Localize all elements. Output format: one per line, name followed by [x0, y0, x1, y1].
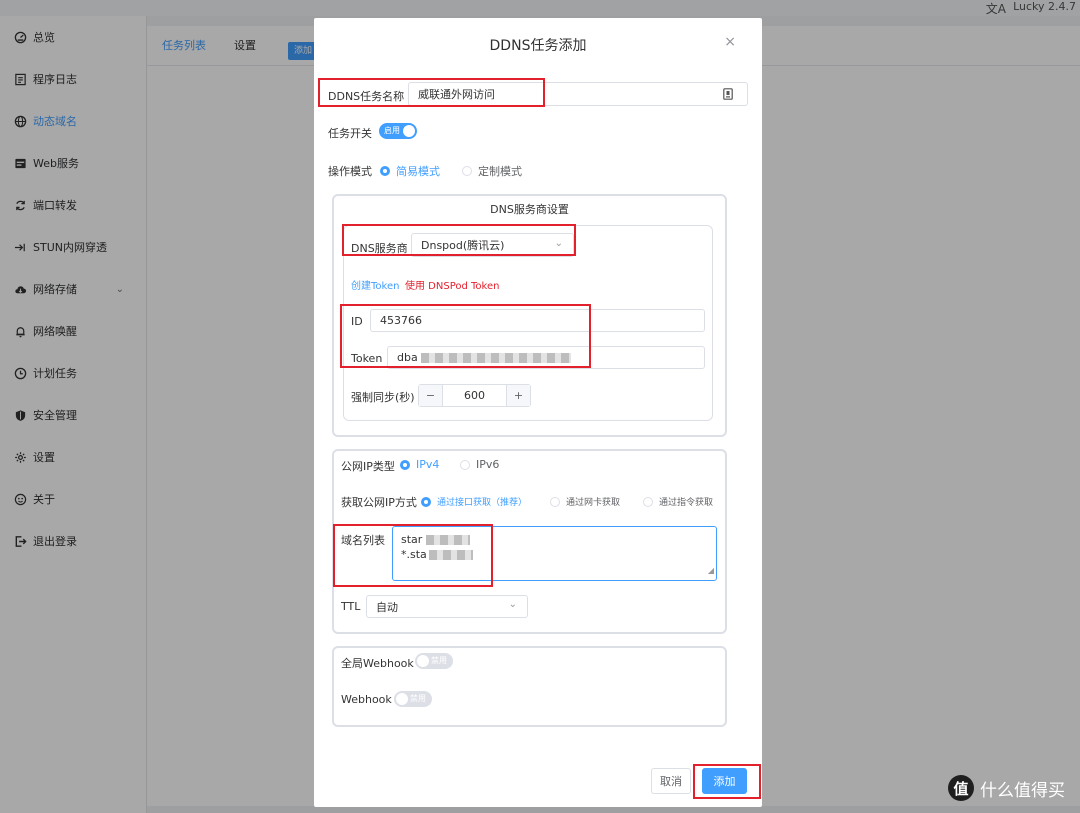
mode-simple-radio[interactable]: 简易模式: [380, 163, 440, 179]
switch-text: 禁用: [431, 656, 447, 665]
create-token-link[interactable]: 创建Token: [351, 277, 399, 292]
ip-type-ipv4-radio[interactable]: IPv4: [400, 458, 439, 471]
password-manager-icon[interactable]: [723, 88, 733, 103]
chevron-down-icon: ⌄: [508, 599, 517, 610]
ttl-value: 自动: [376, 600, 398, 614]
webhook-switch[interactable]: 禁用: [394, 691, 432, 707]
redacted-domain: [426, 535, 471, 545]
domain-list-textarea[interactable]: star *.sta ◢: [392, 526, 717, 581]
radio-label: 通过指令获取: [659, 498, 714, 508]
ip-type-label: 公网IP类型: [341, 460, 395, 473]
stepper-increase-button[interactable]: +: [506, 385, 530, 406]
resize-handle-icon[interactable]: ◢: [708, 563, 714, 578]
token-input[interactable]: dba: [387, 346, 705, 369]
task-name-label: DDNS任务名称: [328, 90, 405, 103]
radio-label: 简易模式: [396, 165, 440, 178]
ttl-select[interactable]: 自动 ⌄: [366, 595, 528, 618]
dns-section-title: DNS服务商设置: [490, 203, 569, 216]
add-button[interactable]: 添加: [702, 768, 747, 794]
chevron-down-icon: ⌄: [554, 238, 563, 249]
radio-label: IPv6: [476, 458, 500, 471]
webhook-label: Webhook: [341, 693, 392, 706]
force-sync-label: 强制同步(秒): [351, 391, 415, 404]
task-enable-switch[interactable]: 启用: [379, 123, 417, 139]
cancel-button[interactable]: 取消: [651, 768, 691, 794]
use-dnspod-token-link[interactable]: 使用 DNSPod Token: [405, 277, 499, 292]
id-input[interactable]: 453766: [370, 309, 705, 332]
redacted-token: [420, 352, 571, 363]
switch-text: 禁用: [410, 694, 426, 703]
dns-provider-value: Dnspod(腾讯云): [421, 239, 505, 252]
id-label: ID: [351, 315, 363, 328]
dialog-title: DDNS任务添加: [489, 38, 587, 54]
dns-provider-label: DNS服务商: [351, 242, 408, 255]
radio-label: 定制模式: [478, 165, 522, 178]
ip-type-ipv6-radio[interactable]: IPv6: [460, 458, 499, 471]
get-ip-nic-radio[interactable]: 通过网卡获取: [550, 495, 620, 508]
stepper-decrease-button[interactable]: −: [419, 385, 443, 406]
radio-label: IPv4: [416, 458, 440, 471]
task-name-value: 威联通外网访问: [418, 88, 495, 101]
watermark-logo: 值: [948, 775, 974, 801]
watermark-text: 什么值得买: [980, 780, 1065, 801]
global-webhook-switch[interactable]: 禁用: [415, 653, 453, 669]
watermark: 值 什么值得买: [948, 775, 1065, 801]
redacted-domain: [428, 550, 473, 560]
get-ip-method-label: 获取公网IP方式: [341, 496, 417, 509]
ddns-add-dialog: DDNS任务添加 × DDNS任务名称 威联通外网访问 任务开关 启用 操作模式…: [314, 18, 762, 807]
task-switch-label: 任务开关: [328, 127, 372, 140]
token-value: dba: [397, 351, 418, 364]
domain-line-1: star: [401, 533, 423, 546]
task-name-input[interactable]: 威联通外网访问: [408, 82, 748, 106]
global-webhook-label: 全局Webhook: [341, 657, 414, 670]
force-sync-value: 600: [464, 389, 485, 402]
mode-label: 操作模式: [328, 165, 372, 178]
radio-label: 通过网卡获取: [566, 498, 621, 508]
id-value: 453766: [380, 314, 422, 327]
radio-label: 通过接口获取（推荐）: [437, 498, 528, 508]
get-ip-command-radio[interactable]: 通过指令获取: [643, 495, 713, 508]
token-label: Token: [351, 352, 383, 365]
switch-text: 启用: [384, 126, 400, 135]
dns-provider-select[interactable]: Dnspod(腾讯云) ⌄: [411, 233, 574, 257]
ttl-label: TTL: [341, 600, 361, 613]
mode-custom-radio[interactable]: 定制模式: [462, 163, 522, 179]
domain-line-2: *.sta: [401, 548, 427, 561]
force-sync-stepper[interactable]: − 600 +: [418, 384, 531, 407]
get-ip-interface-radio[interactable]: 通过接口获取（推荐）: [421, 495, 527, 508]
domain-list-label: 域名列表: [341, 534, 385, 547]
close-icon[interactable]: ×: [724, 34, 736, 50]
